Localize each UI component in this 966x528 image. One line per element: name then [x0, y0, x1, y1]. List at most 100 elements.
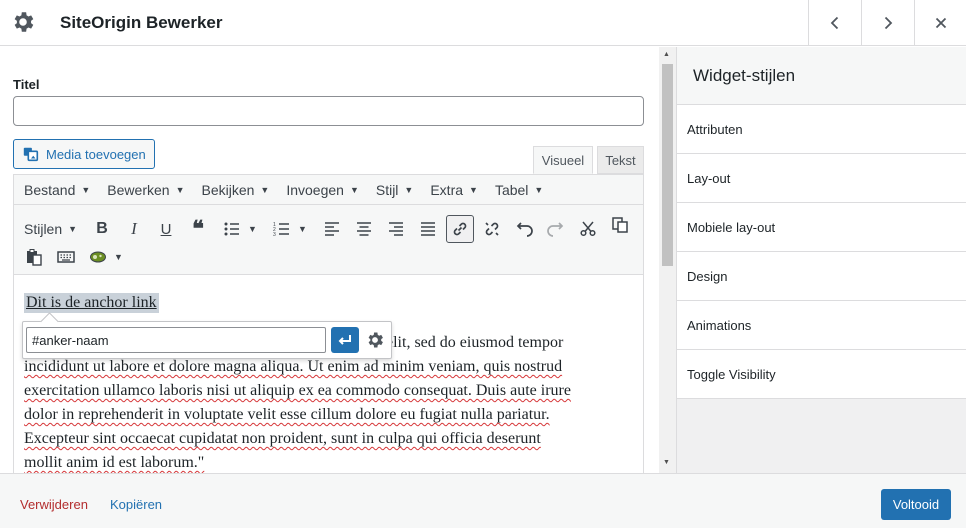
sidebar-item-attributes[interactable]: Attributen	[677, 105, 966, 154]
bold-button[interactable]: B	[88, 215, 116, 243]
add-media-label: Media toevoegen	[46, 146, 146, 162]
align-left-button[interactable]	[318, 215, 346, 243]
plugin-button[interactable]	[84, 243, 112, 271]
sidebar-title: Widget-stijlen	[677, 47, 966, 105]
paragraph-line: mollit anim id est laborum."	[24, 454, 205, 471]
page-title: SiteOrigin Bewerker	[60, 13, 223, 32]
caret-down-icon[interactable]: ▼	[114, 252, 123, 262]
previous-button[interactable]	[808, 0, 861, 46]
editor-content[interactable]: Dit is de anchor link elit, sed do eiusm…	[14, 276, 643, 473]
unlink-button[interactable]	[478, 215, 506, 243]
copy-icon	[612, 217, 628, 233]
title-label: Titel	[13, 77, 40, 92]
caret-down-icon[interactable]: ▼	[298, 224, 307, 234]
sidebar-item-toggle-visibility[interactable]: Toggle Visibility	[677, 350, 966, 399]
sidebar-item-layout[interactable]: Lay-out	[677, 154, 966, 203]
align-center-button[interactable]	[350, 215, 378, 243]
caret-down-icon: ▼	[469, 184, 478, 195]
caret-down-icon: ▼	[534, 184, 544, 195]
menu-extra[interactable]: Extra ▼	[430, 182, 478, 198]
sidebar-item-mobile-layout[interactable]: Mobiele lay-out	[677, 203, 966, 252]
apply-link-button[interactable]	[331, 327, 359, 353]
scissors-icon	[580, 221, 596, 237]
copy-button[interactable]	[606, 211, 634, 239]
editor-menubar: Bestand ▼ Bewerken ▼ Bekijken ▼ Invoegen ▼ S…	[14, 175, 643, 205]
sidebar-empty-area	[677, 399, 966, 473]
insert-link-button[interactable]	[446, 215, 474, 243]
gear-icon	[10, 9, 36, 35]
close-button[interactable]	[914, 0, 966, 46]
keyboard-button[interactable]	[52, 243, 80, 271]
editor-scrollbar[interactable]: ▲ ▼	[659, 47, 676, 473]
paragraph-line: dolor in reprehenderit in voluptate veli…	[24, 406, 550, 423]
menu-bekijken[interactable]: Bekijken ▼	[201, 182, 269, 198]
align-center-icon	[357, 222, 371, 236]
caret-down-icon: ▼	[175, 184, 185, 195]
menu-tabel[interactable]: Tabel ▼	[495, 182, 543, 198]
redo-button[interactable]	[542, 215, 570, 243]
scroll-down-icon[interactable]: ▼	[663, 459, 670, 466]
redo-icon	[547, 222, 564, 237]
next-button[interactable]	[861, 0, 914, 46]
undo-button[interactable]	[510, 215, 538, 243]
scroll-up-icon[interactable]: ▲	[663, 51, 670, 58]
keyboard-icon	[57, 251, 75, 263]
cut-button[interactable]	[574, 215, 602, 243]
tab-text[interactable]: Tekst	[597, 146, 644, 174]
unlink-icon	[485, 222, 499, 236]
link-url-input[interactable]: #anker-naam	[26, 327, 326, 353]
align-left-icon	[325, 222, 339, 236]
paste-button[interactable]	[20, 243, 48, 271]
svg-text:3: 3	[273, 232, 276, 238]
menu-bewerken[interactable]: Bewerken ▼	[107, 182, 184, 198]
chevron-right-icon	[884, 16, 893, 30]
done-button[interactable]: Voltooid	[881, 489, 951, 520]
link-icon	[453, 222, 467, 236]
plugin-icon	[90, 251, 106, 263]
italic-button[interactable]: I	[120, 215, 148, 243]
blockquote-button[interactable]: ❝	[184, 215, 212, 243]
align-right-icon	[389, 222, 403, 236]
caret-down-icon[interactable]: ▼	[248, 224, 257, 234]
scrollbar-thumb[interactable]	[662, 64, 673, 266]
widget-styles-sidebar: Widget-stijlen Attributen Lay-out Mobiel…	[676, 47, 966, 473]
caret-down-icon: ▼	[349, 184, 359, 195]
add-media-button[interactable]: Media toevoegen	[13, 139, 155, 169]
paste-icon	[27, 249, 42, 266]
caret-down-icon: ▼	[68, 224, 78, 234]
underline-button[interactable]: U	[152, 215, 180, 243]
top-bar: SiteOrigin Bewerker	[0, 0, 966, 46]
caret-down-icon: ▼	[260, 184, 270, 195]
copy-link[interactable]: Kopiëren	[110, 497, 162, 512]
paragraph-line: exercitation ullamco laboris nisi ut ali…	[24, 382, 571, 399]
chevron-left-icon	[830, 16, 839, 30]
close-icon	[935, 17, 946, 29]
rich-text-editor: Bestand ▼ Bewerken ▼ Bekijken ▼ Invoegen ▼ S…	[13, 174, 644, 473]
justify-button[interactable]	[414, 215, 442, 243]
bottom-bar: Verwijderen Kopiëren Voltooid	[0, 473, 966, 528]
delete-link[interactable]: Verwijderen	[20, 497, 88, 512]
link-options-button[interactable]	[363, 328, 387, 352]
link-popup: #anker-naam	[22, 321, 392, 359]
caret-down-icon: ▼	[404, 184, 414, 195]
undo-icon	[516, 222, 533, 237]
tab-visual[interactable]: Visueel	[533, 146, 593, 174]
sidebar-item-design[interactable]: Design	[677, 252, 966, 301]
menu-stijl[interactable]: Stijl ▼	[376, 182, 413, 198]
media-icon	[23, 147, 39, 162]
title-input[interactable]	[13, 96, 644, 126]
sidebar-item-animations[interactable]: Animations	[677, 301, 966, 350]
caret-down-icon: ▼	[81, 184, 91, 195]
anchor-link-text[interactable]: Dit is de anchor link	[24, 293, 159, 313]
numbered-list-button[interactable]: 123	[268, 215, 296, 243]
editor-panel: Titel Media toevoegen Visueel Tekst Best…	[0, 47, 659, 473]
align-right-button[interactable]	[382, 215, 410, 243]
bullet-list-icon	[224, 222, 239, 236]
styles-dropdown[interactable]: Stijlen ▼	[24, 215, 77, 243]
enter-icon	[338, 335, 351, 345]
menu-invoegen[interactable]: Invoegen ▼	[286, 182, 359, 198]
align-justify-icon	[421, 222, 435, 236]
menu-bestand[interactable]: Bestand ▼	[24, 182, 90, 198]
bullet-list-button[interactable]	[218, 215, 246, 243]
gear-icon	[368, 332, 383, 348]
